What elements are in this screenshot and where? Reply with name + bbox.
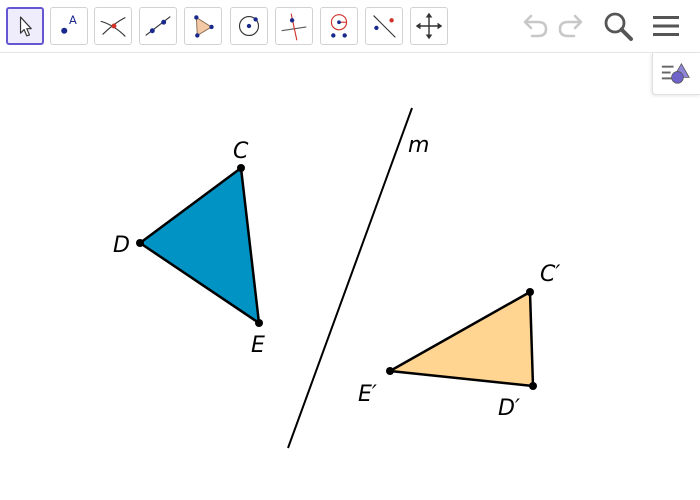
move-arrow-icon <box>19 16 32 37</box>
search-icon <box>604 12 633 41</box>
point-label-c-prime: C′ <box>540 262 560 287</box>
point-c[interactable] <box>237 164 245 172</box>
point-label-c: C <box>233 139 249 164</box>
undo-button[interactable] <box>516 8 552 44</box>
intersect-icon <box>100 16 126 37</box>
style-bar-icon <box>661 62 690 84</box>
point-label-d: D <box>113 233 130 258</box>
circle-icon <box>238 15 260 37</box>
svg-text:A: A <box>69 13 77 27</box>
toolbar: A <box>0 0 700 53</box>
point-icon: A <box>61 13 77 34</box>
redo-icon <box>558 14 583 38</box>
undo-icon <box>523 14 548 38</box>
line-tools-icon <box>373 15 396 38</box>
style-bar-toggle[interactable] <box>652 53 700 95</box>
tool-intersect[interactable] <box>94 7 132 45</box>
redo-button[interactable] <box>554 8 590 44</box>
point-d-prime[interactable] <box>529 382 537 390</box>
tool-circle[interactable] <box>230 7 268 45</box>
tool-polygon[interactable] <box>184 7 222 45</box>
triangle-cde-image[interactable] <box>388 290 535 388</box>
perpendicular-line-icon <box>281 13 307 41</box>
triangle-cde[interactable] <box>138 166 261 325</box>
point-label-e-prime: E′ <box>358 382 377 407</box>
point-e-prime[interactable] <box>386 367 394 375</box>
hamburger-menu-icon <box>653 16 679 36</box>
line-label-m: m <box>408 133 429 158</box>
graphics-view[interactable]: m C D E C′ E′ D′ <box>0 0 700 500</box>
tool-move-view[interactable] <box>410 7 448 45</box>
search-button[interactable] <box>600 8 636 44</box>
point-d[interactable] <box>136 239 144 247</box>
reflect-icon <box>330 14 348 38</box>
mirror-line-m[interactable] <box>287 107 413 449</box>
polygon-icon <box>194 15 214 38</box>
point-e[interactable] <box>255 319 263 327</box>
tool-move[interactable] <box>6 7 44 45</box>
point-label-d-prime: D′ <box>498 396 520 421</box>
tool-reflect[interactable] <box>320 7 358 45</box>
main-menu-button[interactable] <box>648 8 684 44</box>
tool-point[interactable]: A <box>50 7 88 45</box>
tool-perpendicular[interactable] <box>275 7 313 45</box>
move-view-icon <box>415 12 443 40</box>
point-c-prime[interactable] <box>526 288 534 296</box>
point-label-e: E <box>251 333 265 358</box>
line-icon <box>145 16 171 36</box>
tool-line-tools[interactable] <box>365 7 403 45</box>
tool-line[interactable] <box>139 7 177 45</box>
geogebra-app: m C D E C′ E′ D′ A <box>0 0 700 500</box>
